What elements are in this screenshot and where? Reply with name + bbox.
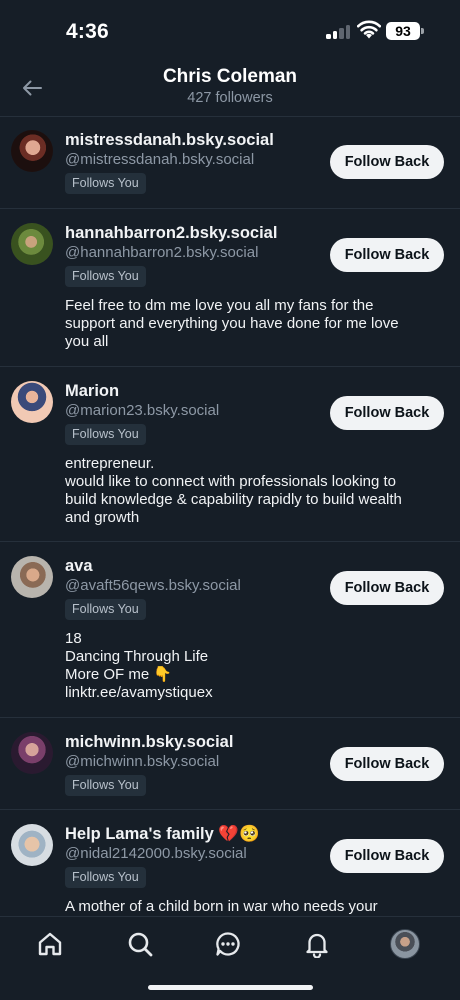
avatar[interactable] xyxy=(11,130,53,172)
chat-icon xyxy=(216,932,240,956)
tab-chat[interactable] xyxy=(213,929,243,959)
home-indicator xyxy=(148,985,313,990)
follower-handle: @michwinn.bsky.social xyxy=(65,753,220,770)
bell-icon xyxy=(306,933,328,958)
bio-line: and growth xyxy=(65,509,140,526)
avatar[interactable] xyxy=(11,732,53,774)
follower-handle: @nidal2142000.bsky.social xyxy=(65,845,247,862)
avatar[interactable] xyxy=(11,381,53,423)
profile-avatar xyxy=(390,929,420,959)
bio-line: Feel free to dm me love you all my fans … xyxy=(65,297,374,314)
follower-bio: Feel free to dm me love you all my fans … xyxy=(65,297,443,351)
wifi-icon xyxy=(357,20,381,39)
follower-count: 427 followers xyxy=(187,90,273,106)
follower-name[interactable]: ava xyxy=(65,557,93,576)
status-bar: 4:36 93 xyxy=(0,0,460,62)
followers-list: mistressdanah.bsky.social @mistressdanah… xyxy=(0,116,460,916)
tab-profile[interactable] xyxy=(390,929,420,959)
follow-back-button[interactable]: Follow Back xyxy=(330,145,444,179)
follower-bio: 18 Dancing Through Life More OF me 👇 lin… xyxy=(65,630,443,702)
follow-back-button[interactable]: Follow Back xyxy=(330,571,444,605)
tab-notifications[interactable] xyxy=(302,929,332,959)
follows-you-badge: Follows You xyxy=(65,599,146,620)
bio-line: A mother of a child born in war who need… xyxy=(65,898,378,915)
bio-line: More OF me 👇 xyxy=(65,666,173,683)
tab-home[interactable] xyxy=(35,929,65,959)
list-item[interactable]: michwinn.bsky.social @michwinn.bsky.soci… xyxy=(0,717,460,809)
follows-you-badge: Follows You xyxy=(65,173,146,194)
home-icon xyxy=(38,932,62,956)
follower-handle: @marion23.bsky.social xyxy=(65,402,220,419)
battery-indicator: 93 xyxy=(386,22,420,40)
follows-you-badge: Follows You xyxy=(65,266,146,287)
follow-back-button[interactable]: Follow Back xyxy=(330,747,444,781)
follow-back-button[interactable]: Follow Back xyxy=(330,839,444,873)
follower-name[interactable]: Marion xyxy=(65,382,119,401)
follows-you-badge: Follows You xyxy=(65,424,146,445)
follower-handle: @hannahbarron2.bsky.social xyxy=(65,244,259,261)
avatar[interactable] xyxy=(11,824,53,866)
bio-line: support and everything you have done for… xyxy=(65,315,399,332)
battery-cap xyxy=(421,28,424,34)
bio-line: build knowledge & capability rapidly to … xyxy=(65,491,402,508)
header: Chris Coleman 427 followers xyxy=(0,62,460,116)
bio-line: Dancing Through Life xyxy=(65,648,209,665)
follow-back-button[interactable]: Follow Back xyxy=(330,396,444,430)
bio-line: entrepreneur. xyxy=(65,455,155,472)
follower-handle: @avaft56qews.bsky.social xyxy=(65,577,241,594)
follows-you-badge: Follows You xyxy=(65,775,146,796)
follow-back-button[interactable]: Follow Back xyxy=(330,238,444,272)
follower-bio: A mother of a child born in war who need… xyxy=(65,898,443,916)
tab-search[interactable] xyxy=(125,929,155,959)
follower-name[interactable]: michwinn.bsky.social xyxy=(65,733,233,752)
page-title: Chris Coleman xyxy=(162,66,298,87)
list-item[interactable]: Marion @marion23.bsky.social Follows You… xyxy=(0,366,460,541)
follower-name[interactable]: hannahbarron2.bsky.social xyxy=(65,224,277,243)
avatar[interactable] xyxy=(11,223,53,265)
list-item[interactable]: Help Lama's family 💔🥺 @nidal2142000.bsky… xyxy=(0,809,460,916)
status-time: 4:36 xyxy=(66,20,109,43)
avatar[interactable] xyxy=(11,556,53,598)
signal-icon xyxy=(326,24,352,39)
bio-line: 18 xyxy=(65,630,82,647)
bio-line: would like to connect with professionals… xyxy=(65,473,397,490)
follower-bio: entrepreneur. would like to connect with… xyxy=(65,455,443,527)
follower-handle: @mistressdanah.bsky.social xyxy=(65,151,255,168)
list-item[interactable]: ava @avaft56qews.bsky.social Follows You… xyxy=(0,541,460,717)
follower-name[interactable]: Help Lama's family 💔🥺 xyxy=(65,825,260,844)
list-item[interactable]: hannahbarron2.bsky.social @hannahbarron2… xyxy=(0,208,460,366)
follows-you-badge: Follows You xyxy=(65,867,146,888)
bio-line: linktr.ee/avamystiquex xyxy=(65,684,213,701)
bio-line: you all xyxy=(65,333,109,350)
list-item[interactable]: mistressdanah.bsky.social @mistressdanah… xyxy=(0,116,460,208)
follower-name[interactable]: mistressdanah.bsky.social xyxy=(65,131,274,150)
search-icon xyxy=(128,932,153,957)
